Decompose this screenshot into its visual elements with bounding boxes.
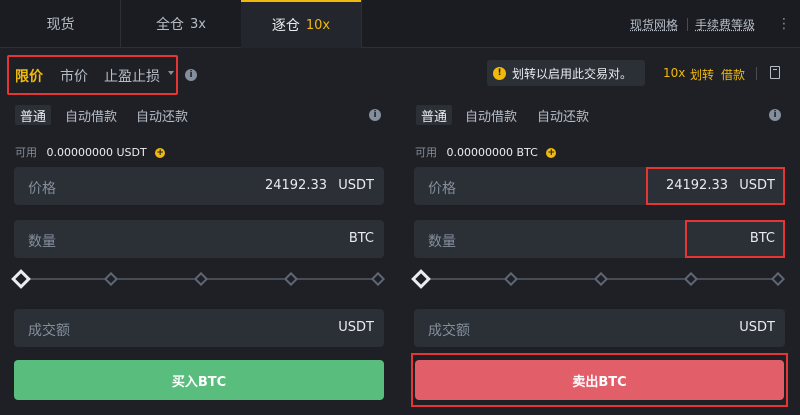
sell-amount-label: 数量 xyxy=(428,234,456,250)
order-type-limit[interactable]: 限价 xyxy=(15,66,43,86)
sell-total-label: 成交额 xyxy=(428,323,470,339)
borrow-link[interactable]: 借款 xyxy=(721,66,745,83)
caret-down-icon[interactable] xyxy=(168,71,174,75)
spot-grid-link[interactable]: 现货网格 xyxy=(630,16,678,33)
leverage-badge[interactable]: 10x xyxy=(663,66,685,80)
slider-step-25[interactable] xyxy=(103,271,119,287)
buy-total-field[interactable]: 成交额 USDT xyxy=(14,309,384,347)
order-type-market[interactable]: 市价 xyxy=(60,66,88,86)
sell-price-label: 价格 xyxy=(428,181,456,197)
tab-spot-label: 现货 xyxy=(46,17,75,33)
buy-amount-label: 数量 xyxy=(28,234,56,250)
buy-price-field[interactable]: 价格 24192.33 USDT xyxy=(14,167,384,205)
divider xyxy=(120,0,121,48)
sell-subtab-auto-repay[interactable]: 自动还款 xyxy=(537,105,589,125)
info-icon[interactable]: i xyxy=(769,109,781,121)
add-funds-icon[interactable]: + xyxy=(546,148,557,158)
sell-button-label: 卖出BTC xyxy=(572,374,627,390)
slider-handle[interactable] xyxy=(411,269,431,289)
buy-price-value: 24192.33 xyxy=(264,178,327,193)
buy-total-label: 成交额 xyxy=(28,323,70,339)
buy-available-value: 0.00000000 USDT xyxy=(46,146,147,159)
transfer-notice: ! 划转以启用此交易对。 xyxy=(487,60,645,86)
divider xyxy=(361,0,362,48)
divider xyxy=(687,18,688,31)
buy-subtab-auto-repay[interactable]: 自动还款 xyxy=(136,105,188,125)
sell-total-field[interactable]: 成交额 USDT xyxy=(414,309,785,347)
info-icon[interactable]: i xyxy=(369,109,381,121)
slider-handle[interactable] xyxy=(11,269,31,289)
sell-available: 可用 0.00000000 BTC + xyxy=(415,144,557,160)
sell-subtab-auto-borrow[interactable]: 自动借款 xyxy=(465,105,517,125)
slider-step-100[interactable] xyxy=(370,271,386,287)
buy-amount-unit: BTC xyxy=(348,231,374,246)
tab-isolated-margin[interactable]: 逐仓 10x xyxy=(241,0,361,48)
buy-amount-field[interactable]: 数量 BTC xyxy=(14,220,384,258)
order-type-stop-limit[interactable]: 止盈止损 xyxy=(104,66,160,86)
buy-price-unit: USDT xyxy=(338,178,374,193)
slider-step-75[interactable] xyxy=(283,271,299,287)
transfer-link[interactable]: 划转 xyxy=(690,66,714,83)
slider-step-50[interactable] xyxy=(593,271,609,287)
tab-cross-label: 全仓 xyxy=(156,17,185,33)
tab-cross-margin[interactable]: 全仓 3x xyxy=(121,0,241,48)
buy-available-label: 可用 xyxy=(15,146,37,159)
sell-available-label: 可用 xyxy=(415,146,437,159)
amount-highlight-box xyxy=(685,220,785,258)
tab-cross-leverage: 3x xyxy=(190,16,206,32)
slider-step-50[interactable] xyxy=(193,271,209,287)
sell-btc-button[interactable]: 卖出BTC xyxy=(415,360,784,400)
sell-available-value: 0.00000000 BTC xyxy=(446,146,538,159)
sell-total-unit: USDT xyxy=(739,320,775,335)
sell-subtab-normal[interactable]: 普通 xyxy=(416,105,453,125)
tab-spot[interactable]: 现货 xyxy=(0,0,121,48)
tab-isolated-label: 逐仓 xyxy=(271,18,300,34)
add-funds-icon[interactable]: + xyxy=(155,148,166,158)
divider xyxy=(756,67,757,80)
fee-level-link[interactable]: 手续费等级 xyxy=(695,16,755,33)
buy-amount-slider[interactable] xyxy=(11,269,386,289)
buy-subtab-auto-borrow[interactable]: 自动借款 xyxy=(65,105,117,125)
tab-isolated-leverage: 10x xyxy=(305,17,331,33)
slider-step-75[interactable] xyxy=(683,271,699,287)
slider-step-100[interactable] xyxy=(770,271,786,287)
calculator-icon[interactable] xyxy=(770,66,780,79)
buy-price-label: 价格 xyxy=(28,181,56,197)
more-vertical-icon[interactable]: ⋮ xyxy=(777,16,791,32)
buy-btc-button[interactable]: 买入BTC xyxy=(14,360,384,400)
info-icon[interactable]: i xyxy=(185,69,197,81)
buy-subtab-normal[interactable]: 普通 xyxy=(15,105,52,125)
notice-text: 划转以启用此交易对。 xyxy=(512,66,633,81)
slider-step-25[interactable] xyxy=(503,271,519,287)
buy-available: 可用 0.00000000 USDT + xyxy=(15,144,166,160)
warning-icon: ! xyxy=(493,66,506,80)
buy-total-unit: USDT xyxy=(338,320,374,335)
buy-button-label: 买入BTC xyxy=(171,374,227,390)
price-highlight-box xyxy=(646,167,785,205)
top-tab-bar: 现货 全仓 3x 逐仓 10x 现货网格 手续费等级 ⋮ xyxy=(0,0,800,48)
sell-amount-slider[interactable] xyxy=(411,269,786,289)
